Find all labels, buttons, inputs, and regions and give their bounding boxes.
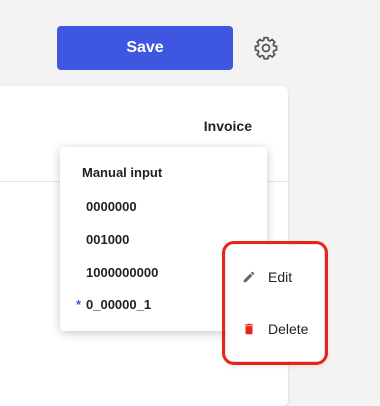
- card-title: Invoice: [203, 118, 252, 134]
- dropdown-item-label: 0_00000_1: [86, 297, 152, 312]
- dropdown-item-label: 001000: [86, 232, 130, 247]
- dropdown-item-selected[interactable]: * 0_00000_1: [76, 297, 152, 312]
- highlight-outline: [222, 241, 328, 365]
- dropdown-item[interactable]: 001000: [86, 232, 129, 247]
- gear-icon[interactable]: [252, 34, 280, 62]
- selected-marker-icon: *: [76, 297, 82, 312]
- dropdown-header: Manual input: [82, 165, 163, 180]
- save-button[interactable]: Save: [57, 26, 233, 70]
- dropdown-item-label: 1000000000: [86, 265, 159, 280]
- dropdown-item[interactable]: 0000000: [86, 199, 137, 214]
- dropdown-item-label: 0000000: [86, 199, 137, 214]
- dropdown-item[interactable]: 1000000000: [86, 265, 158, 280]
